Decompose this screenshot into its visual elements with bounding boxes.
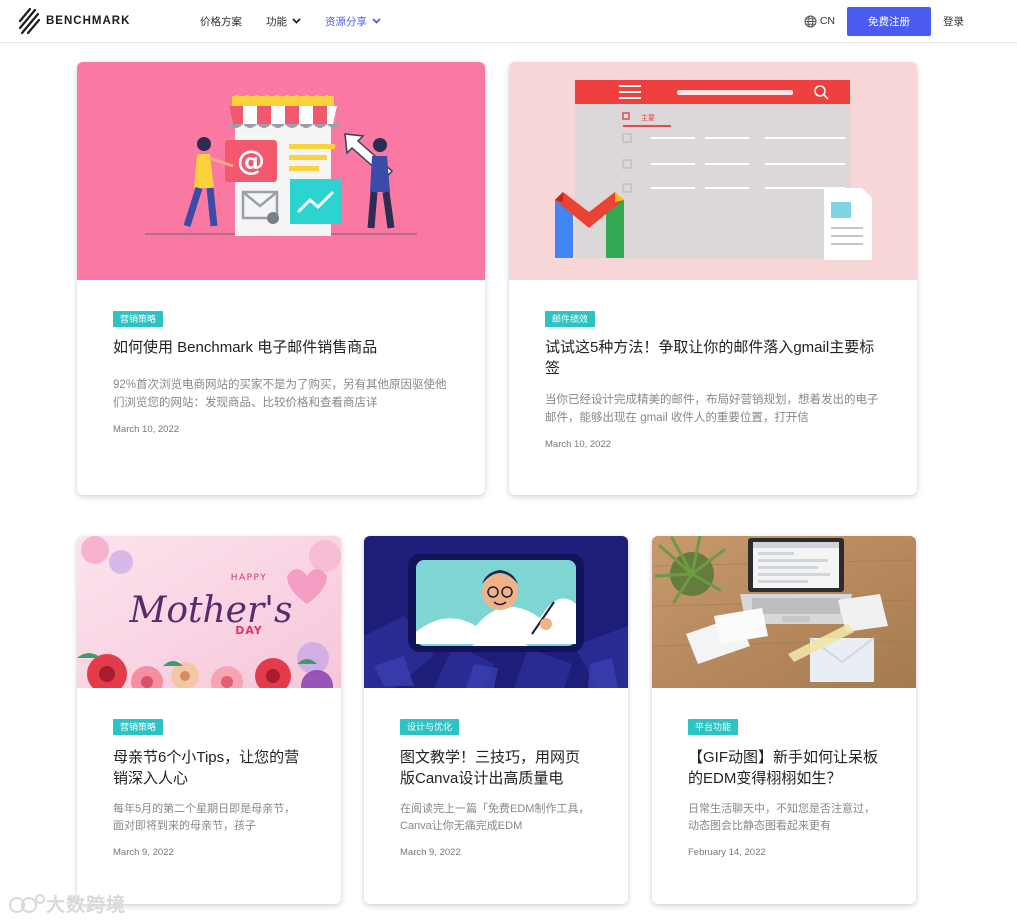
canva-design-illustration: [364, 536, 628, 688]
article-date: March 10, 2022: [113, 424, 180, 435]
category-tag[interactable]: 设计与优化: [400, 719, 460, 735]
article-date: March 10, 2022: [545, 439, 612, 450]
category-tag[interactable]: 平台功能: [688, 719, 739, 735]
article-title[interactable]: 【GIF动图】新手如何让呆板的EDM变得栩栩如生？: [688, 747, 880, 789]
article-title[interactable]: 试试这5种方法！争取让你的邮件落入gmail主要标签: [545, 337, 881, 379]
article-excerpt: 当你已经设计完成精美的邮件，布局好营销规划，想着发出的电子邮件，能够出现在 gm…: [545, 394, 879, 424]
article-excerpt: 日常生活聊天中，不知您是否注意过，动态图会比静态图看起来更有: [688, 803, 875, 832]
nav-resources-label: 资源分享: [325, 15, 367, 28]
benchmark-logo[interactable]: BENCHMARK: [18, 7, 130, 35]
article-excerpt: 在阅读完上一篇「免费EDM制作工具，Canva让你无痛完成EDM: [400, 803, 590, 832]
main-menu: 价格方案 功能 资源分享: [200, 0, 405, 42]
category-tag[interactable]: 营销策略: [113, 311, 164, 327]
brand-name: BENCHMARK: [46, 15, 131, 27]
article-card[interactable]: 设计与优化 图文教学！三技巧，用网页版Canva设计出高质量电 在阅读完上一篇「…: [364, 536, 628, 904]
category-tag[interactable]: 营销策略: [113, 719, 164, 735]
svg-text:@: @: [237, 144, 265, 177]
category-tag[interactable]: 邮件绩效: [545, 311, 596, 327]
mothers-script-text: Mother's: [128, 590, 292, 631]
article-title[interactable]: 图文教学！三技巧，用网页版Canva设计出高质量电: [400, 747, 592, 789]
nav-resources[interactable]: 资源分享: [325, 14, 381, 29]
gmail-inbox-illustration: 主要: [509, 62, 917, 280]
watermark-logo-icon: [9, 893, 45, 913]
gmail-inbox-label: 主要: [641, 113, 655, 122]
login-link[interactable]: 登录: [943, 14, 964, 29]
watermark: 大数跨境: [8, 890, 126, 917]
article-date: February 14, 2022: [688, 847, 766, 858]
nav-features-label: 功能: [266, 15, 287, 28]
chevron-down-icon: [292, 18, 301, 24]
nav-pricing[interactable]: 价格方案: [200, 14, 242, 29]
article-excerpt: 92%首次浏览电商网站的买家不是为了购买，另有其他原因驱使他们浏览您的网站：发现…: [113, 379, 447, 409]
card-body: 营销策略 如何使用 Benchmark 电子邮件销售商品 92%首次浏览电商网站…: [113, 309, 449, 435]
language-selector[interactable]: CN: [804, 15, 835, 28]
article-title[interactable]: 母亲节6个小Tips，让您的营销深入人心: [113, 747, 305, 789]
benchmark-logo-icon: [18, 7, 40, 35]
article-date: March 9, 2022: [400, 847, 461, 858]
nav-features[interactable]: 功能: [266, 14, 301, 29]
article-card[interactable]: 平台功能 【GIF动图】新手如何让呆板的EDM变得栩栩如生？ 日常生活聊天中，不…: [652, 536, 916, 904]
watermark-text: 大数跨境: [46, 895, 127, 916]
top-nav: BENCHMARK 价格方案 功能 资源分享 CN 免费注册 登录: [0, 0, 1017, 43]
article-title[interactable]: 如何使用 Benchmark 电子邮件销售商品: [113, 337, 449, 358]
globe-icon: [804, 15, 817, 27]
laptop-desk-photo: [652, 536, 916, 688]
ecommerce-email-illustration: @: [77, 62, 485, 280]
nav-actions: CN 免费注册 登录: [804, 0, 1017, 42]
happy-text: HAPPY: [231, 573, 268, 583]
article-card[interactable]: @ 营销策略 如何使用 Benchmark 电子邮件销售商品 92%首次浏览电商…: [77, 62, 485, 495]
card-body: 邮件绩效 试试这5种方法！争取让你的邮件落入gmail主要标签 当你已经设计完成…: [545, 309, 881, 450]
article-date: March 9, 2022: [113, 847, 174, 858]
happy-mothers-day-illustration: HAPPY Mother's DAY: [77, 536, 341, 688]
article-excerpt: 每年5月的第二个星期日即是母亲节，面对即将到来的母亲节，孩子: [113, 803, 296, 832]
article-card[interactable]: HAPPY Mother's DAY 营销策略 母亲节6个小Tips，让您的营销…: [77, 536, 341, 904]
card-body: 营销策略 母亲节6个小Tips，让您的营销深入人心 每年5月的第二个星期日即是母…: [113, 717, 305, 858]
card-body: 设计与优化 图文教学！三技巧，用网页版Canva设计出高质量电 在阅读完上一篇「…: [400, 717, 592, 858]
chevron-down-icon: [372, 18, 381, 24]
day-text: DAY: [235, 624, 263, 637]
article-card[interactable]: 主要 邮件绩效 试试这5种方法！争取让你的邮件落入gmail主要标签 当你已经设…: [509, 62, 917, 495]
nav-pricing-label: 价格方案: [200, 15, 242, 28]
card-body: 平台功能 【GIF动图】新手如何让呆板的EDM变得栩栩如生？ 日常生活聊天中，不…: [688, 717, 880, 858]
signup-button[interactable]: 免费注册: [847, 6, 931, 36]
language-label: CN: [819, 15, 835, 27]
